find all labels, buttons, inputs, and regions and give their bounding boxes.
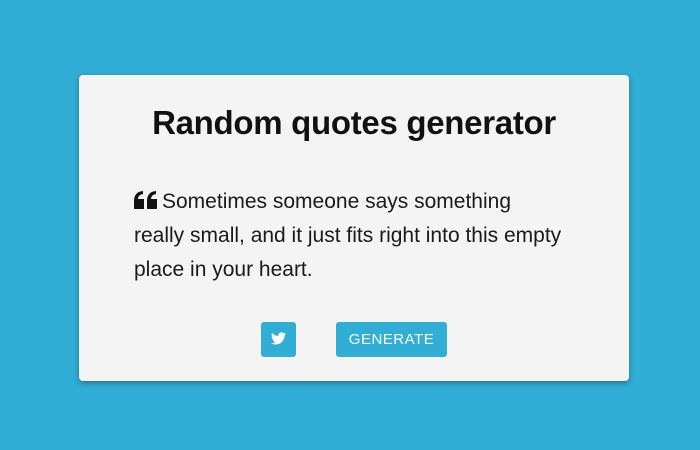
- action-bar: GENERATE: [79, 322, 629, 357]
- quote-left-icon: [134, 191, 158, 209]
- page-title: Random quotes generator: [152, 104, 556, 141]
- generate-button[interactable]: GENERATE: [336, 322, 447, 357]
- twitter-icon: [271, 331, 286, 348]
- quote-text: Sometimes someone says something really …: [134, 190, 562, 281]
- quote-card: Random quotes generator Sometimes someon…: [79, 75, 629, 381]
- quote-block: Sometimes someone says something really …: [134, 185, 564, 287]
- tweet-button[interactable]: [261, 322, 296, 357]
